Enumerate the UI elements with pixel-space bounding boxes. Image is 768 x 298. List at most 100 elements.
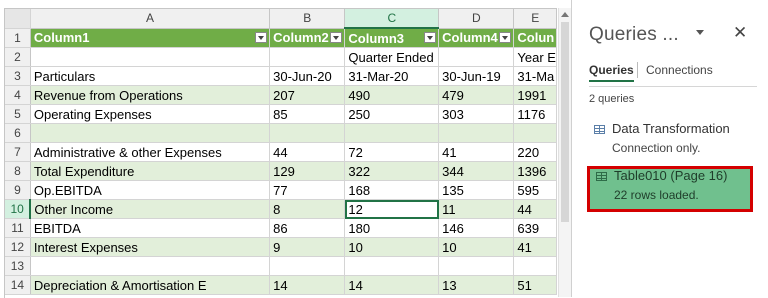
- row-header[interactable]: 5: [5, 104, 31, 124]
- row-header[interactable]: 4: [5, 85, 31, 105]
- cell[interactable]: 479: [438, 85, 515, 105]
- cell[interactable]: [269, 123, 346, 143]
- cell[interactable]: 344: [438, 161, 515, 181]
- column-header-c[interactable]: C: [344, 9, 440, 29]
- cell[interactable]: 490: [344, 85, 440, 105]
- row-header[interactable]: 10: [5, 199, 32, 219]
- cell[interactable]: Year E: [513, 47, 557, 67]
- cell[interactable]: 13: [438, 275, 515, 295]
- cell[interactable]: 595: [513, 180, 557, 200]
- cell[interactable]: 86: [269, 218, 346, 238]
- cell[interactable]: [438, 47, 515, 67]
- cell[interactable]: 322: [344, 161, 440, 181]
- cell[interactable]: 303: [438, 104, 515, 124]
- column-header-a[interactable]: A: [30, 9, 271, 29]
- query-item-data-transformation[interactable]: Data Transformation Connection only.: [586, 120, 746, 160]
- table-header-cell[interactable]: Colun: [513, 28, 557, 48]
- filter-dropdown-icon[interactable]: [424, 32, 437, 43]
- cell[interactable]: 14: [344, 275, 440, 295]
- cell[interactable]: 1991: [513, 85, 557, 105]
- filter-dropdown-icon[interactable]: [499, 31, 512, 43]
- cell[interactable]: [513, 256, 557, 276]
- row-header[interactable]: 8: [5, 161, 31, 181]
- pane-options-chevron-icon[interactable]: [696, 30, 704, 35]
- table-header-cell[interactable]: Column2: [269, 28, 346, 48]
- table-header-cell[interactable]: Column3: [344, 28, 440, 48]
- cell[interactable]: Particulars: [30, 66, 271, 86]
- cell[interactable]: [30, 256, 271, 276]
- cell[interactable]: 146: [438, 218, 515, 238]
- cell[interactable]: 44: [269, 142, 346, 162]
- row-header[interactable]: 13: [5, 256, 31, 276]
- select-all-corner[interactable]: [5, 9, 31, 29]
- cell[interactable]: EBITDA: [30, 218, 271, 238]
- row-header[interactable]: 1: [5, 28, 31, 48]
- tab-connections[interactable]: Connections: [646, 63, 713, 77]
- cell[interactable]: 41: [513, 237, 557, 257]
- row-header[interactable]: 12: [5, 237, 31, 257]
- cell[interactable]: Depreciation & Amortisation E: [30, 275, 271, 295]
- cell[interactable]: 129: [269, 161, 346, 181]
- cell[interactable]: 31-Ma: [513, 66, 557, 86]
- cell[interactable]: 1176: [513, 104, 557, 124]
- row-header[interactable]: 11: [5, 218, 31, 238]
- cell[interactable]: 11: [438, 199, 515, 219]
- cell[interactable]: 168: [344, 180, 440, 200]
- cell[interactable]: 10: [344, 237, 440, 257]
- cell[interactable]: [269, 47, 346, 67]
- cell[interactable]: [30, 47, 271, 67]
- cell[interactable]: 10: [438, 237, 515, 257]
- cell[interactable]: 220: [513, 142, 557, 162]
- spreadsheet-grid[interactable]: A B C D E 1 Column1 Column2 Column3 Column4 C…: [4, 8, 557, 298]
- cell[interactable]: Operating Expenses: [30, 104, 271, 124]
- cell[interactable]: 85: [269, 104, 346, 124]
- row-header[interactable]: 2: [5, 47, 31, 67]
- row-header[interactable]: 6: [5, 123, 31, 143]
- cell[interactable]: [513, 123, 557, 143]
- cell[interactable]: [30, 123, 271, 143]
- cell[interactable]: [344, 123, 440, 143]
- cell[interactable]: Total Expenditure: [30, 161, 271, 181]
- query-item-table010[interactable]: Table010 (Page 16) 22 rows loaded.: [587, 166, 753, 212]
- column-header-b[interactable]: B: [269, 9, 346, 29]
- cell[interactable]: 12: [344, 199, 440, 219]
- cell[interactable]: [438, 256, 515, 276]
- cell[interactable]: 41: [438, 142, 515, 162]
- cell[interactable]: 9: [269, 237, 346, 257]
- cell[interactable]: 14: [269, 275, 346, 295]
- vertical-scrollbar[interactable]: [558, 8, 571, 297]
- column-header-e[interactable]: E: [513, 9, 557, 29]
- cell[interactable]: 639: [513, 218, 557, 238]
- scrollbar-thumb[interactable]: [561, 22, 569, 222]
- cell[interactable]: 77: [269, 180, 346, 200]
- cell[interactable]: 30-Jun-20: [269, 66, 346, 86]
- cell[interactable]: 31-Mar-20: [344, 66, 440, 86]
- cell[interactable]: Administrative & other Expenses: [30, 142, 271, 162]
- cell[interactable]: Quarter Ended: [344, 47, 440, 67]
- cell[interactable]: 30-Jun-19: [438, 66, 515, 86]
- cell[interactable]: 135: [438, 180, 515, 200]
- cell[interactable]: 72: [344, 142, 440, 162]
- row-header[interactable]: 7: [5, 142, 31, 162]
- cell[interactable]: 1396: [513, 161, 557, 181]
- table-header-cell[interactable]: Column1: [30, 28, 271, 48]
- cell[interactable]: [269, 256, 346, 276]
- tab-queries[interactable]: Queries: [589, 63, 634, 82]
- cell[interactable]: Op.EBITDA: [30, 180, 271, 200]
- row-header[interactable]: 14: [5, 275, 31, 295]
- cell[interactable]: 44: [513, 199, 557, 219]
- cell[interactable]: Other Income: [30, 199, 271, 219]
- row-header[interactable]: 3: [5, 66, 31, 86]
- filter-dropdown-icon[interactable]: [330, 31, 343, 43]
- cell[interactable]: 180: [344, 218, 440, 238]
- cell[interactable]: 207: [269, 85, 346, 105]
- cell[interactable]: [438, 123, 515, 143]
- close-icon[interactable]: ✕: [733, 23, 747, 43]
- cell[interactable]: Interest Expenses: [30, 237, 271, 257]
- scroll-up-icon[interactable]: [561, 12, 569, 17]
- cell[interactable]: [344, 256, 440, 276]
- column-header-d[interactable]: D: [438, 9, 515, 29]
- cell[interactable]: 8: [269, 199, 346, 219]
- filter-dropdown-icon[interactable]: [255, 31, 268, 43]
- cell[interactable]: Revenue from Operations: [30, 85, 271, 105]
